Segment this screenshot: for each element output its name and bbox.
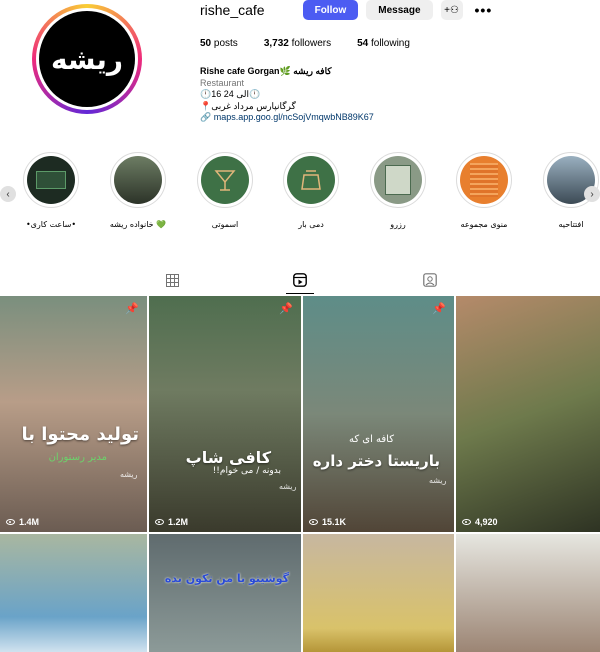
link-icon: 🔗 bbox=[200, 112, 214, 122]
follow-button[interactable]: Follow bbox=[302, 0, 359, 20]
eye-icon bbox=[462, 519, 471, 525]
profile-header-row: rishe_cafe Follow Message +⚇ ••• bbox=[200, 0, 492, 20]
highlight-label: •ساعت کاری• bbox=[25, 220, 77, 229]
post-overlay-title: تولید محتوا با bbox=[21, 424, 139, 445]
post-thumbnail[interactable] bbox=[456, 534, 600, 652]
post-brand-mark: ریشه bbox=[279, 482, 297, 491]
followers-stat[interactable]: 3,732 followers bbox=[264, 38, 331, 49]
posts-stat: 50 posts bbox=[200, 38, 238, 49]
profile-avatar[interactable]: ریشه bbox=[32, 4, 142, 114]
post-thumbnail[interactable]: 📌 کافی شاپ بدونه / می خوام!! ریشه 1.2M bbox=[149, 296, 301, 532]
tagged-icon[interactable] bbox=[422, 272, 438, 288]
grid-icon[interactable] bbox=[164, 272, 180, 288]
post-overlay-subtitle: مدیر رستوران bbox=[48, 452, 107, 463]
highlight-item[interactable]: •ساعت کاری• bbox=[16, 152, 86, 229]
post-thumbnail[interactable]: 4,920 bbox=[456, 296, 600, 532]
profile-username: rishe_cafe bbox=[200, 2, 265, 18]
post-brand-mark: ریشه bbox=[429, 476, 447, 485]
profile-bio: Rishe cafe Gorgan🌿 کافه ریشه Restaurant … bbox=[200, 66, 374, 124]
post-thumbnail[interactable]: 📌 کافه ای که باریستا دختر داره ریشه 15.1… bbox=[303, 296, 454, 532]
bio-link[interactable]: 🔗 maps.app.goo.gl/ncSojVmqwbNB89K67 bbox=[200, 112, 374, 124]
coffee-pot-icon bbox=[301, 170, 321, 190]
more-horizontal-icon[interactable]: ••• bbox=[475, 2, 493, 18]
highlight-label: اسموتی bbox=[211, 220, 239, 229]
post-overlay-title: گوشیتو با من تکون بده bbox=[164, 572, 289, 585]
message-button[interactable]: Message bbox=[366, 0, 433, 20]
post-thumbnail[interactable] bbox=[0, 534, 147, 652]
profile-stats: 50 posts 3,732 followers 54 following bbox=[200, 38, 410, 49]
post-overlay-title: کافی شاپ bbox=[185, 448, 271, 467]
highlight-item[interactable]: خانواده ریشه 💚 bbox=[103, 152, 173, 229]
highlight-thumbnail bbox=[460, 156, 508, 204]
eye-icon bbox=[309, 519, 318, 525]
avatar-logo-text: ریشه bbox=[50, 42, 124, 76]
highlight-thumbnail bbox=[114, 156, 162, 204]
story-highlights: ‹ •ساعت کاری• خانواده ریشه 💚 اسموتی دمی … bbox=[0, 152, 600, 242]
highlight-label: منوی مجموعه bbox=[460, 220, 508, 229]
pin-icon: 📌 bbox=[125, 303, 139, 315]
bio-hours: 🕛16 الی 24🕛 bbox=[200, 89, 261, 99]
highlight-label: رزرو bbox=[390, 220, 406, 229]
post-overlay-subtitle: بدونه / می خوام!! bbox=[212, 466, 281, 476]
cocktail-glass-icon bbox=[214, 170, 236, 191]
post-overlay-title: باریستا دختر داره bbox=[312, 452, 440, 470]
highlight-thumbnail bbox=[27, 156, 75, 204]
post-thumbnail[interactable] bbox=[303, 534, 454, 652]
highlight-item[interactable]: دمی بار bbox=[276, 152, 346, 229]
view-count: 1.2M bbox=[155, 517, 188, 527]
view-count: 15.1K bbox=[309, 517, 346, 527]
post-overlay-subtitle: کافه ای که bbox=[348, 434, 394, 445]
highlight-item[interactable]: اسموتی bbox=[190, 152, 260, 229]
view-count: 4,920 bbox=[462, 517, 498, 527]
bio-category: Restaurant bbox=[200, 77, 245, 88]
highlight-item[interactable]: منوی مجموعه bbox=[449, 152, 519, 229]
highlights-next-arrow[interactable]: › bbox=[584, 186, 600, 202]
highlight-thumbnail bbox=[374, 156, 422, 204]
highlight-label: افتتاحیه bbox=[558, 220, 584, 229]
profile-tabs bbox=[0, 268, 600, 294]
post-thumbnail[interactable]: گوشیتو با من تکون بده bbox=[149, 534, 301, 652]
highlight-thumbnail bbox=[201, 156, 249, 204]
highlight-thumbnail bbox=[287, 156, 335, 204]
person-add-icon[interactable]: +⚇ bbox=[440, 0, 463, 20]
bio-name: Rishe cafe Gorgan🌿 کافه ریشه bbox=[200, 66, 332, 76]
highlight-label: دمی بار bbox=[298, 220, 324, 229]
eye-icon bbox=[6, 519, 15, 525]
pin-icon: 📌 bbox=[279, 303, 293, 315]
highlight-item[interactable]: رزرو bbox=[363, 152, 433, 229]
eye-icon bbox=[155, 519, 164, 525]
following-stat[interactable]: 54 following bbox=[357, 38, 410, 49]
post-thumbnail[interactable]: 📌 تولید محتوا با مدیر رستوران ریشه 1.4M bbox=[0, 296, 147, 532]
bio-address: 📍گرگانپارس مرداد غربی bbox=[200, 100, 296, 111]
reels-icon[interactable] bbox=[286, 272, 314, 294]
view-count: 1.4M bbox=[6, 517, 39, 527]
pin-icon: 📌 bbox=[432, 303, 446, 315]
post-brand-mark: ریشه bbox=[120, 470, 138, 479]
highlights-prev-arrow[interactable]: ‹ bbox=[0, 186, 16, 202]
highlight-label: خانواده ریشه 💚 bbox=[109, 220, 167, 229]
